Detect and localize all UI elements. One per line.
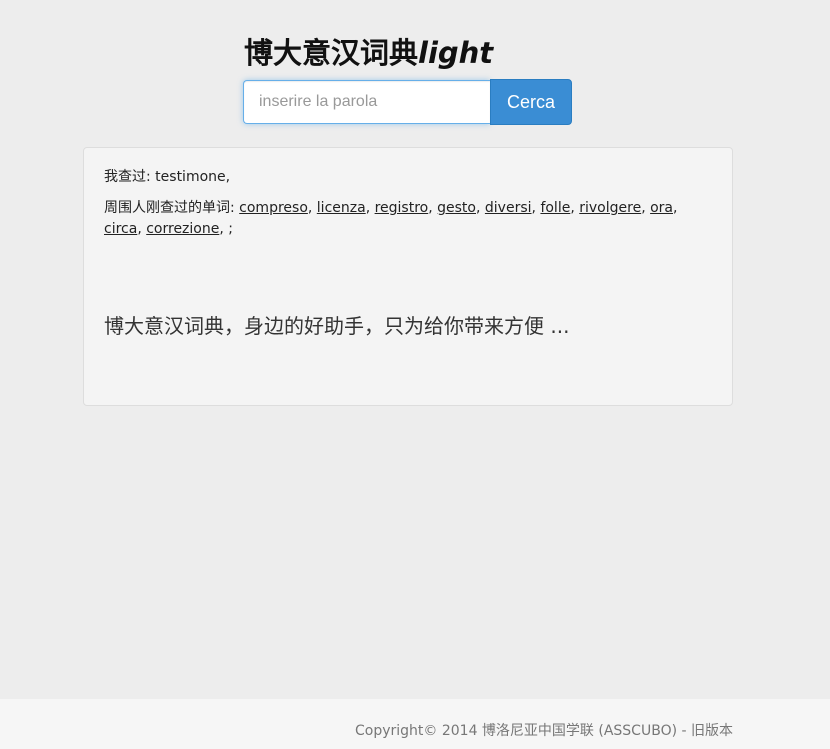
history-word: testimone [155,169,226,185]
recent-word-link[interactable]: ora [650,200,673,216]
page-title: 博大意汉词典light [244,34,493,72]
result-panel: 我查过: testimone, 周围人刚查过的单词: compreso, lic… [83,147,733,406]
recent-word-link[interactable]: diversi [485,200,532,216]
recent-word-link[interactable]: circa [104,221,137,237]
history-label: 我查过: [104,169,151,185]
history-line: 我查过: testimone, [104,167,712,188]
recent-word-link[interactable]: gesto [437,200,476,216]
recent-word-link[interactable]: licenza [317,200,366,216]
old-version-link[interactable]: 旧版本 [691,723,733,739]
recent-lookups-label: 周围人刚查过的单词: [104,200,235,216]
copyright-text: Copyright© 2014 博洛尼亚中国学联 (ASSCUBO) - [354,723,691,739]
footer-text: Copyright© 2014 博洛尼亚中国学联 (ASSCUBO) - 旧版本 [355,720,733,740]
recent-word-link[interactable]: folle [540,200,570,216]
search-input[interactable] [243,80,490,124]
search-button[interactable]: Cerca [490,79,572,125]
title-main: 博大意汉词典 [244,36,419,70]
title-suffix: light [418,36,494,70]
recent-word-link[interactable]: registro [375,200,429,216]
recent-lookups-line: 周围人刚查过的单词: compreso, licenza, registro, … [104,198,712,240]
slogan: 博大意汉词典，身边的好助手，只为给你带来方便 ... [104,314,570,338]
header: 博大意汉词典light [244,34,493,72]
search-form: Cerca [243,79,572,125]
recent-word-link[interactable]: correzione [146,221,219,237]
footer: Copyright© 2014 博洛尼亚中国学联 (ASSCUBO) - 旧版本 [0,699,830,749]
history-words: testimone, [155,169,231,185]
recent-word-link[interactable]: rivolgere [579,200,641,216]
recent-word-link[interactable]: compreso [239,200,308,216]
